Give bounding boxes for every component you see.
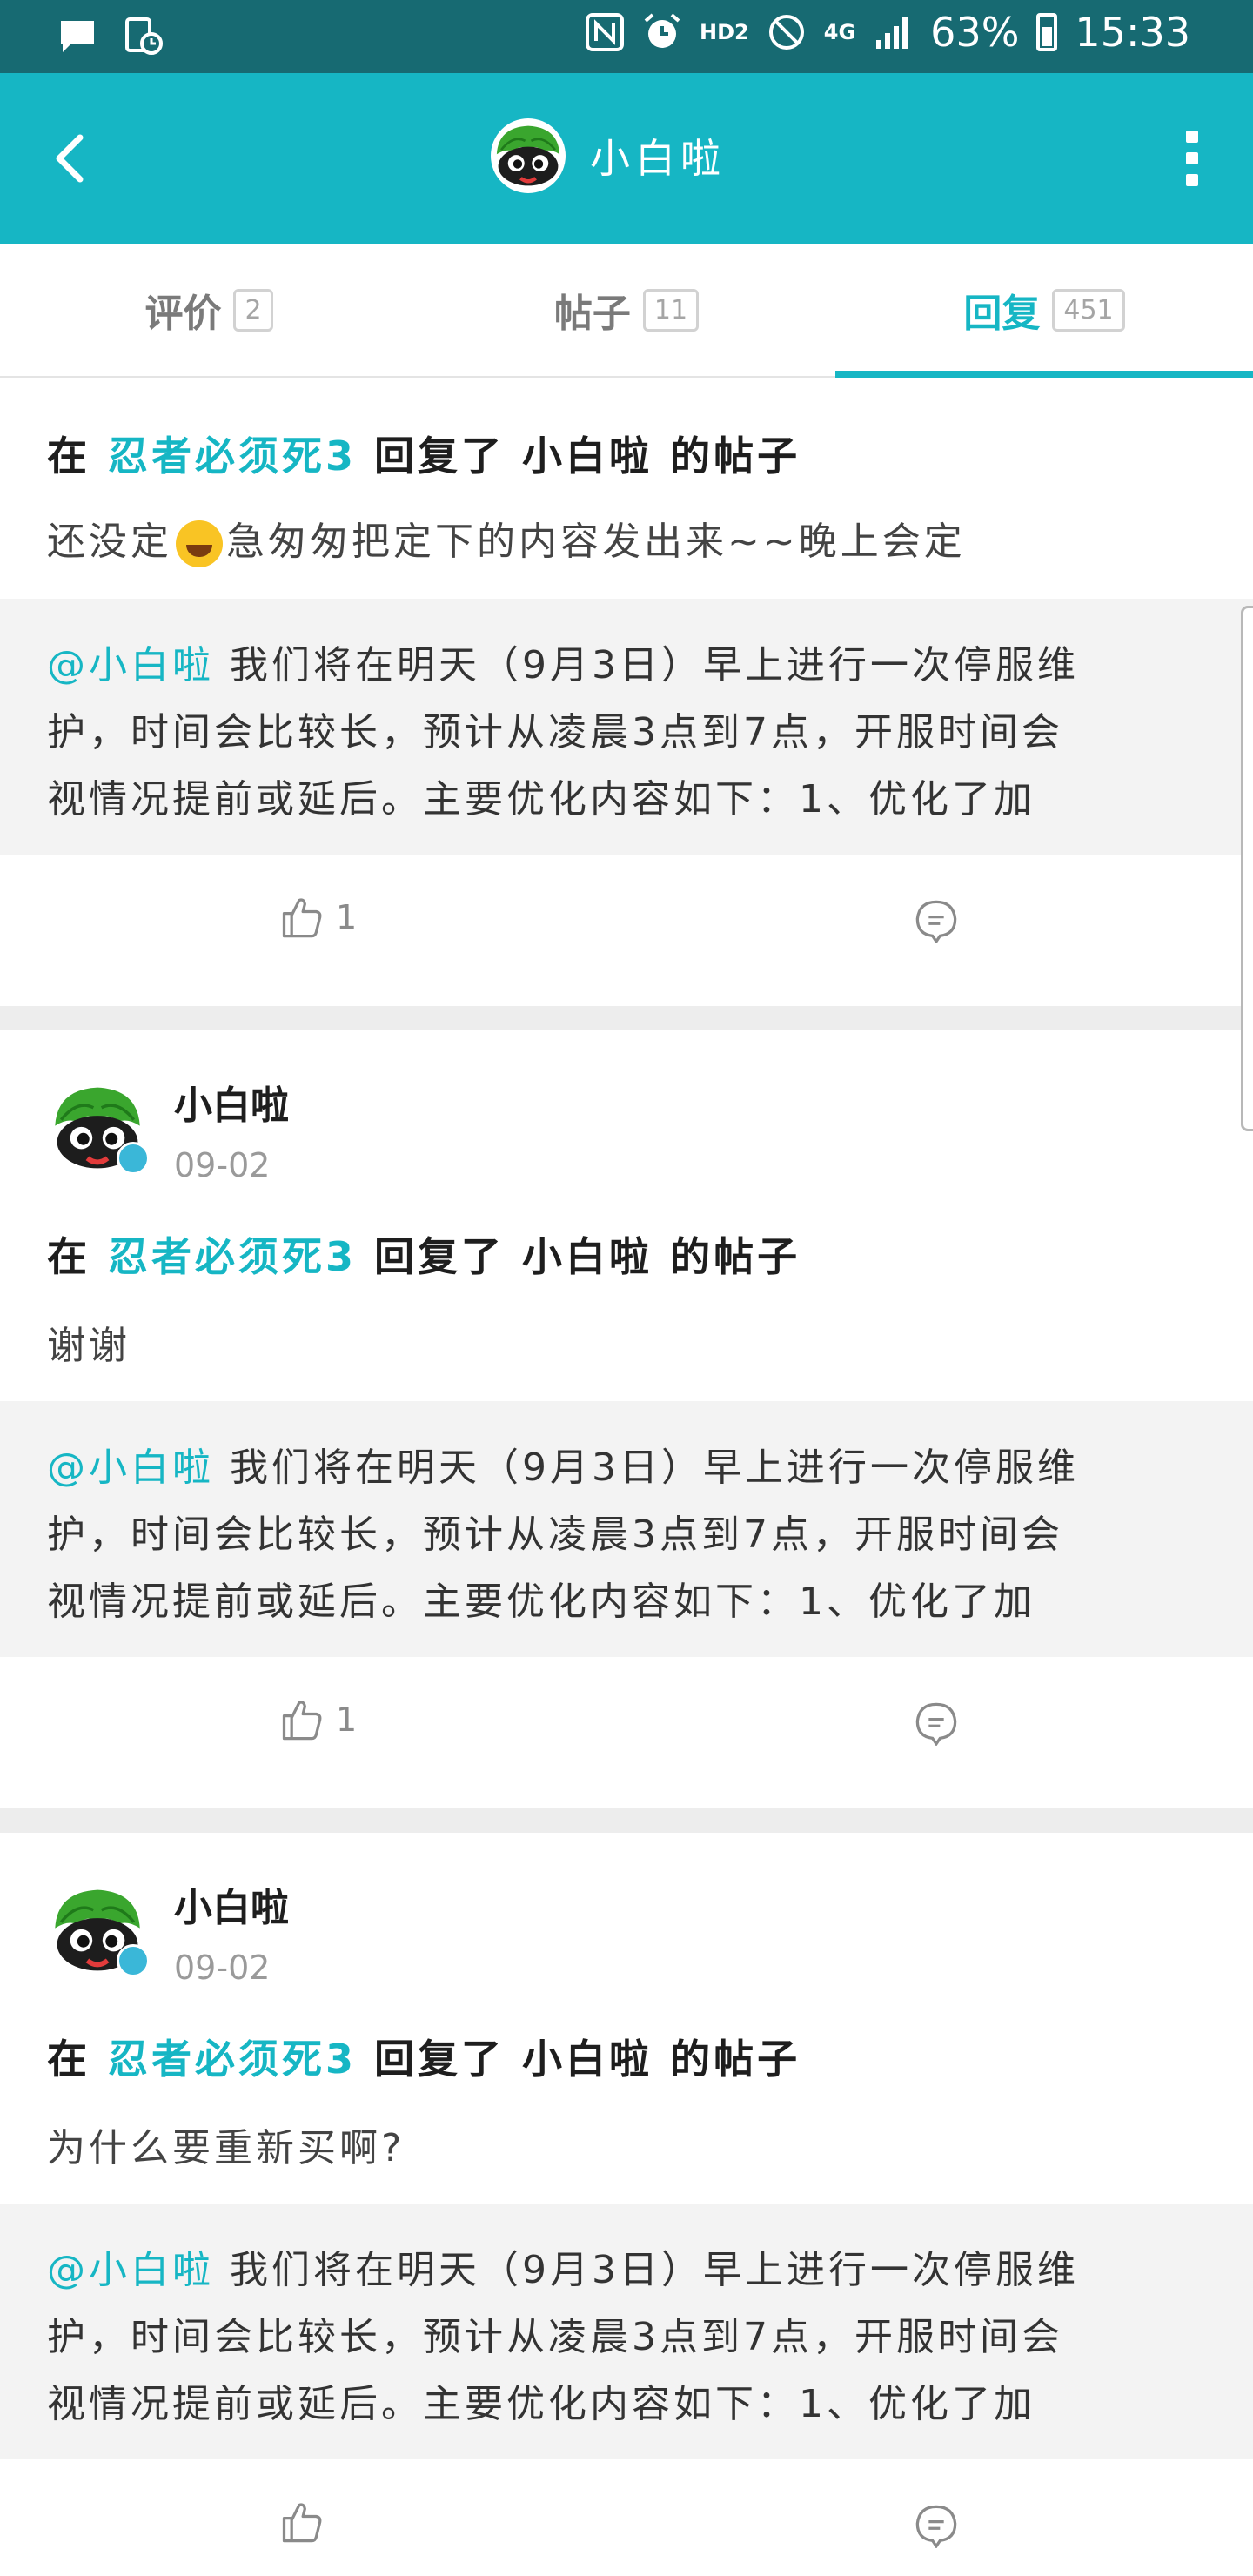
comment-icon bbox=[914, 2503, 959, 2548]
like-count: 1 bbox=[336, 898, 358, 936]
more-dot-icon bbox=[1186, 131, 1198, 143]
post-actions: 1 bbox=[0, 1657, 1253, 1810]
post-actions bbox=[0, 2459, 1253, 2576]
quoted-post[interactable]: @小白啦 我们将在明天（9月3日）早上进行一次停服维 护，时间会比较长，预计从凌… bbox=[0, 1401, 1253, 1657]
card-divider bbox=[0, 1808, 1253, 1833]
author-name[interactable]: 小白啦 bbox=[174, 1081, 289, 1131]
thumbs-up-icon bbox=[278, 895, 324, 940]
reply-text: 谢谢 bbox=[47, 1324, 131, 1368]
reply-text: 为什么要重新买啊? bbox=[47, 2126, 405, 2170]
reply-text-end: 急匆匆把定下的内容发出来~~晚上会定 bbox=[226, 520, 966, 564]
reply-text: 还没定 急匆匆把定下的内容发出来~~晚上会定 bbox=[47, 510, 966, 567]
header-avatar[interactable] bbox=[491, 118, 566, 193]
tab-label: 帖子 bbox=[553, 292, 631, 336]
mention-link[interactable]: @小白啦 bbox=[47, 1446, 214, 1490]
battery-icon bbox=[1036, 13, 1058, 51]
game-link[interactable]: 忍者必须死3 bbox=[108, 1233, 357, 1280]
reply-context: 在 忍者必须死3 回复了 小白啦 的帖子 bbox=[47, 2028, 801, 2085]
post-actions: 1 bbox=[0, 855, 1253, 1008]
tab-reviews[interactable]: 评价 2 bbox=[0, 244, 418, 376]
thumbs-up-icon bbox=[278, 1697, 324, 1742]
thumbs-up-icon bbox=[278, 2499, 324, 2545]
reply-card[interactable]: 在 忍者必须死3 回复了 小白啦 的帖子 还没定 急匆匆把定下的内容发出来~~晚上… bbox=[0, 379, 1253, 1006]
more-dot-icon bbox=[1186, 174, 1198, 186]
alarm-icon bbox=[642, 12, 682, 52]
nfc-icon bbox=[585, 12, 625, 52]
post-date: 09-02 bbox=[174, 1949, 271, 1987]
comment-button[interactable] bbox=[914, 1701, 959, 1749]
mention-link[interactable]: @小白啦 bbox=[47, 2248, 214, 2292]
quote-text: 视情况提前或延后。主要优化内容如下：1、优化了加 bbox=[47, 777, 1035, 822]
post-date: 09-02 bbox=[174, 1146, 271, 1184]
tab-count-badge: 11 bbox=[642, 288, 700, 332]
reply-suffix: 回复了 小白啦 的帖子 bbox=[374, 1233, 801, 1280]
quote-text: 护，时间会比较长，预计从凌晨3点到7点，开服时间会 bbox=[47, 2315, 1063, 2359]
tab-label: 回复 bbox=[963, 292, 1041, 336]
page-title: 小白啦 bbox=[590, 135, 726, 182]
network-type: 4G bbox=[823, 20, 856, 44]
reply-prefix: 在 bbox=[47, 433, 90, 480]
reply-context: 在 忍者必须死3 回复了 小白啦 的帖子 bbox=[47, 425, 801, 482]
comment-button[interactable] bbox=[914, 898, 959, 947]
tab-count-badge: 2 bbox=[233, 288, 273, 332]
quote-text: 护，时间会比较长，预计从凌晨3点到7点，开服时间会 bbox=[47, 710, 1063, 755]
more-dot-icon bbox=[1186, 152, 1198, 164]
comment-button[interactable] bbox=[914, 2503, 959, 2552]
quoted-post[interactable]: @小白啦 我们将在明天（9月3日）早上进行一次停服维 护，时间会比较长，预计从凌… bbox=[0, 2204, 1253, 2459]
back-arrow-icon bbox=[56, 134, 84, 183]
reply-prefix: 在 bbox=[47, 2036, 90, 2083]
signal-icon bbox=[873, 12, 913, 52]
game-link[interactable]: 忍者必须死3 bbox=[108, 433, 357, 480]
verified-badge-icon bbox=[117, 1142, 150, 1175]
comment-icon bbox=[914, 1701, 959, 1746]
tab-posts[interactable]: 帖子 11 bbox=[418, 244, 835, 376]
quote-text: 我们将在明天（9月3日）早上进行一次停服维 bbox=[230, 643, 1079, 688]
author-row: 小白啦 09-02 bbox=[47, 1077, 289, 1191]
reply-suffix: 回复了 小白啦 的帖子 bbox=[374, 433, 801, 480]
tab-replies[interactable]: 回复 451 bbox=[835, 244, 1253, 378]
tab-bar: 评价 2 帖子 11 回复 451 bbox=[0, 244, 1253, 378]
hd-voice-indicator: HD2 bbox=[700, 20, 749, 44]
more-options-button[interactable] bbox=[1166, 124, 1218, 193]
grinning-emoji-icon bbox=[176, 520, 223, 567]
profile-header: 小白啦 bbox=[491, 118, 726, 193]
verified-badge-icon bbox=[117, 1944, 150, 1977]
reply-card[interactable]: 小白啦 09-02 在 忍者必须死3 回复了 小白啦 的帖子 谢谢 @小白啦 我… bbox=[0, 1030, 1253, 1810]
card-divider bbox=[0, 1006, 1253, 1030]
reply-prefix: 在 bbox=[47, 1233, 90, 1280]
quote-text: 视情况提前或延后。主要优化内容如下：1、优化了加 bbox=[47, 1580, 1035, 1624]
game-link[interactable]: 忍者必须死3 bbox=[108, 2036, 357, 2083]
screen-timer-icon bbox=[124, 16, 164, 56]
reply-card[interactable]: 小白啦 09-02 在 忍者必须死3 回复了 小白啦 的帖子 为什么要重新买啊?… bbox=[0, 1833, 1253, 2576]
author-row: 小白啦 09-02 bbox=[47, 1880, 289, 1993]
quote-text: 视情况提前或延后。主要优化内容如下：1、优化了加 bbox=[47, 2382, 1035, 2426]
quoted-post[interactable]: @小白啦 我们将在明天（9月3日）早上进行一次停服维 护，时间会比较长，预计从凌… bbox=[0, 599, 1253, 855]
quote-text: 我们将在明天（9月3日）早上进行一次停服维 bbox=[230, 2248, 1079, 2292]
reply-suffix: 回复了 小白啦 的帖子 bbox=[374, 2036, 801, 2083]
reply-context: 在 忍者必须死3 回复了 小白啦 的帖子 bbox=[47, 1225, 801, 1283]
tab-count-badge: 451 bbox=[1052, 288, 1125, 332]
do-not-disturb-icon bbox=[767, 12, 807, 52]
author-avatar[interactable] bbox=[47, 1880, 148, 1981]
like-count: 1 bbox=[336, 1701, 358, 1739]
tab-label: 评价 bbox=[144, 292, 222, 336]
author-name[interactable]: 小白啦 bbox=[174, 1883, 289, 1934]
quote-text: 我们将在明天（9月3日）早上进行一次停服维 bbox=[230, 1446, 1079, 1490]
like-button[interactable]: 1 bbox=[278, 895, 357, 940]
battery-percent: 63% bbox=[930, 9, 1020, 56]
mention-link[interactable]: @小白啦 bbox=[47, 643, 214, 688]
message-notification-icon bbox=[57, 16, 97, 56]
back-button[interactable] bbox=[42, 125, 104, 191]
quote-text: 护，时间会比较长，预计从凌晨3点到7点，开服时间会 bbox=[47, 1513, 1063, 1557]
like-button[interactable]: 1 bbox=[278, 1697, 357, 1742]
app-header: 小白啦 bbox=[0, 73, 1253, 244]
like-button[interactable] bbox=[278, 2499, 336, 2545]
reply-text-start: 还没定 bbox=[47, 520, 172, 564]
clock: 15:33 bbox=[1075, 9, 1190, 56]
comment-icon bbox=[914, 898, 959, 943]
status-bar: HD2 4G 63% 15:33 bbox=[0, 0, 1253, 73]
scrollbar-thumb[interactable] bbox=[1241, 606, 1253, 1131]
author-avatar[interactable] bbox=[47, 1077, 148, 1178]
